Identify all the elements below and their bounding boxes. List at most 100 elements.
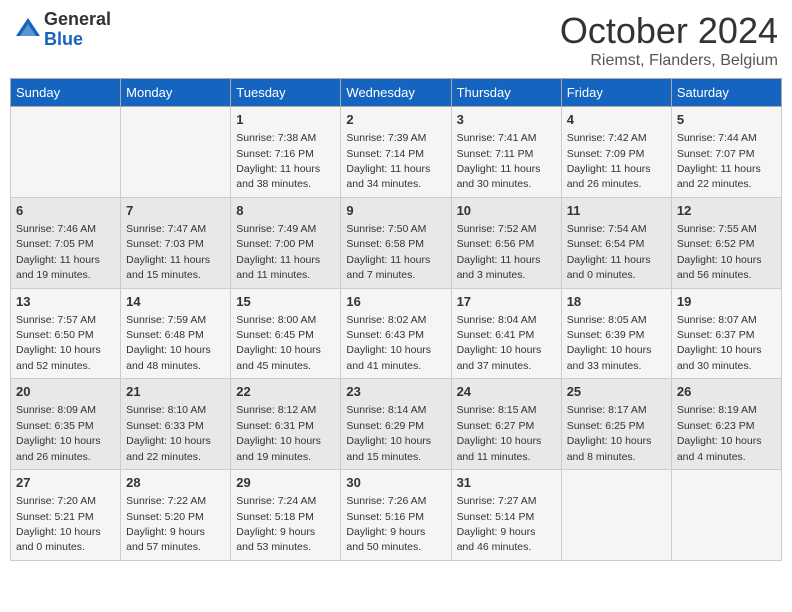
day-info: Sunrise: 7:46 AMSunset: 7:05 PMDaylight:… — [16, 223, 100, 281]
day-of-week-header: Wednesday — [341, 79, 451, 107]
calendar-cell: 7Sunrise: 7:47 AMSunset: 7:03 PMDaylight… — [121, 197, 231, 288]
calendar-week-row: 27Sunrise: 7:20 AMSunset: 5:21 PMDayligh… — [11, 470, 782, 561]
day-number: 3 — [457, 111, 556, 129]
calendar-cell: 13 Sunrise: 7:57 AMSunset: 6:50 PMDayligh… — [11, 288, 121, 379]
calendar-cell: 17 Sunrise: 8:04 AMSunset: 6:41 PMDayligh… — [451, 288, 561, 379]
day-number: 13 — [16, 293, 115, 311]
day-info: Sunrise: 7:26 AMSunset: 5:16 PMDaylight:… — [346, 495, 426, 553]
calendar-cell: 6 Sunrise: 7:46 AMSunset: 7:05 PMDaylight… — [11, 197, 121, 288]
day-info: Sunrise: 7:41 AMSunset: 7:11 PMDaylight:… — [457, 132, 541, 190]
page-header: General Blue October 2024 Riemst, Flande… — [10, 10, 782, 70]
calendar-cell: 8Sunrise: 7:49 AMSunset: 7:00 PMDaylight… — [231, 197, 341, 288]
day-number: 1 — [236, 111, 335, 129]
day-info: Sunrise: 8:09 AMSunset: 6:35 PMDaylight:… — [16, 404, 101, 462]
day-number: 6 — [16, 202, 115, 220]
day-info: Sunrise: 7:44 AMSunset: 7:07 PMDaylight:… — [677, 132, 761, 190]
calendar-cell: 9 Sunrise: 7:50 AMSunset: 6:58 PMDaylight… — [341, 197, 451, 288]
calendar-week-row: 1 Sunrise: 7:38 AMSunset: 7:16 PMDaylight… — [11, 107, 782, 198]
day-number: 15 — [236, 293, 335, 311]
day-info: Sunrise: 8:19 AMSunset: 6:23 PMDaylight:… — [677, 404, 762, 462]
day-of-week-header: Tuesday — [231, 79, 341, 107]
day-of-week-header: Sunday — [11, 79, 121, 107]
title-block: October 2024 Riemst, Flanders, Belgium — [560, 10, 778, 70]
day-number: 19 — [677, 293, 776, 311]
calendar-table: SundayMondayTuesdayWednesdayThursdayFrid… — [10, 78, 782, 561]
day-info: Sunrise: 7:38 AMSunset: 7:16 PMDaylight:… — [236, 132, 320, 190]
calendar-cell: 28 Sunrise: 7:22 AMSunset: 5:20 PMDayligh… — [121, 470, 231, 561]
day-info: Sunrise: 8:04 AMSunset: 6:41 PMDaylight:… — [457, 314, 542, 372]
calendar-title: October 2024 — [560, 10, 778, 52]
day-number: 18 — [567, 293, 666, 311]
calendar-cell: 21 Sunrise: 8:10 AMSunset: 6:33 PMDayligh… — [121, 379, 231, 470]
calendar-cell: 16Sunrise: 8:02 AMSunset: 6:43 PMDayligh… — [341, 288, 451, 379]
day-of-week-header: Saturday — [671, 79, 781, 107]
day-number: 14 — [126, 293, 225, 311]
calendar-cell — [561, 470, 671, 561]
day-info: Sunrise: 8:17 AMSunset: 6:25 PMDaylight:… — [567, 404, 652, 462]
day-number: 12 — [677, 202, 776, 220]
days-header-row: SundayMondayTuesdayWednesdayThursdayFrid… — [11, 79, 782, 107]
logo-text: General Blue — [44, 10, 111, 50]
day-info: Sunrise: 8:05 AMSunset: 6:39 PMDaylight:… — [567, 314, 652, 372]
day-info: Sunrise: 8:14 AMSunset: 6:29 PMDaylight:… — [346, 404, 431, 462]
day-info: Sunrise: 7:57 AMSunset: 6:50 PMDaylight:… — [16, 314, 101, 372]
day-info: Sunrise: 8:10 AMSunset: 6:33 PMDaylight:… — [126, 404, 211, 462]
day-number: 28 — [126, 474, 225, 492]
day-number: 21 — [126, 383, 225, 401]
calendar-cell — [121, 107, 231, 198]
calendar-cell: 10 Sunrise: 7:52 AMSunset: 6:56 PMDayligh… — [451, 197, 561, 288]
day-number: 23 — [346, 383, 445, 401]
day-number: 25 — [567, 383, 666, 401]
day-number: 17 — [457, 293, 556, 311]
calendar-cell: 31 Sunrise: 7:27 AMSunset: 5:14 PMDayligh… — [451, 470, 561, 561]
day-info: Sunrise: 7:59 AMSunset: 6:48 PMDaylight:… — [126, 314, 211, 372]
day-number: 16 — [346, 293, 445, 311]
calendar-cell: 5 Sunrise: 7:44 AMSunset: 7:07 PMDaylight… — [671, 107, 781, 198]
calendar-cell: 1 Sunrise: 7:38 AMSunset: 7:16 PMDaylight… — [231, 107, 341, 198]
day-info: Sunrise: 7:42 AMSunset: 7:09 PMDaylight:… — [567, 132, 651, 190]
day-of-week-header: Monday — [121, 79, 231, 107]
day-number: 27 — [16, 474, 115, 492]
day-info: Sunrise: 7:50 AMSunset: 6:58 PMDaylight:… — [346, 223, 430, 281]
calendar-cell: 27Sunrise: 7:20 AMSunset: 5:21 PMDayligh… — [11, 470, 121, 561]
day-number: 10 — [457, 202, 556, 220]
day-info: Sunrise: 7:27 AMSunset: 5:14 PMDaylight:… — [457, 495, 537, 553]
day-number: 24 — [457, 383, 556, 401]
calendar-cell: 20 Sunrise: 8:09 AMSunset: 6:35 PMDayligh… — [11, 379, 121, 470]
calendar-cell: 30 Sunrise: 7:26 AMSunset: 5:16 PMDayligh… — [341, 470, 451, 561]
logo: General Blue — [14, 10, 111, 50]
calendar-cell — [671, 470, 781, 561]
day-number: 31 — [457, 474, 556, 492]
calendar-cell: 22 Sunrise: 8:12 AMSunset: 6:31 PMDayligh… — [231, 379, 341, 470]
day-info: Sunrise: 8:15 AMSunset: 6:27 PMDaylight:… — [457, 404, 542, 462]
day-of-week-header: Thursday — [451, 79, 561, 107]
day-number: 22 — [236, 383, 335, 401]
day-info: Sunrise: 7:39 AMSunset: 7:14 PMDaylight:… — [346, 132, 430, 190]
calendar-cell: 18 Sunrise: 8:05 AMSunset: 6:39 PMDayligh… — [561, 288, 671, 379]
calendar-week-row: 20 Sunrise: 8:09 AMSunset: 6:35 PMDayligh… — [11, 379, 782, 470]
calendar-cell: 4 Sunrise: 7:42 AMSunset: 7:09 PMDaylight… — [561, 107, 671, 198]
calendar-cell: 12Sunrise: 7:55 AMSunset: 6:52 PMDayligh… — [671, 197, 781, 288]
day-info: Sunrise: 7:22 AMSunset: 5:20 PMDaylight:… — [126, 495, 206, 553]
calendar-cell: 25 Sunrise: 8:17 AMSunset: 6:25 PMDayligh… — [561, 379, 671, 470]
calendar-cell: 2Sunrise: 7:39 AMSunset: 7:14 PMDaylight… — [341, 107, 451, 198]
day-number: 5 — [677, 111, 776, 129]
day-number: 4 — [567, 111, 666, 129]
calendar-cell: 14 Sunrise: 7:59 AMSunset: 6:48 PMDayligh… — [121, 288, 231, 379]
calendar-cell: 3 Sunrise: 7:41 AMSunset: 7:11 PMDaylight… — [451, 107, 561, 198]
day-number: 11 — [567, 202, 666, 220]
calendar-location: Riemst, Flanders, Belgium — [560, 52, 778, 70]
day-number: 7 — [126, 202, 225, 220]
day-info: Sunrise: 7:54 AMSunset: 6:54 PMDaylight:… — [567, 223, 651, 281]
day-number: 29 — [236, 474, 335, 492]
logo-icon — [14, 16, 42, 44]
day-of-week-header: Friday — [561, 79, 671, 107]
day-info: Sunrise: 7:52 AMSunset: 6:56 PMDaylight:… — [457, 223, 541, 281]
day-number: 26 — [677, 383, 776, 401]
day-number: 20 — [16, 383, 115, 401]
logo-general-text: General — [44, 10, 111, 30]
day-number: 9 — [346, 202, 445, 220]
day-info: Sunrise: 8:12 AMSunset: 6:31 PMDaylight:… — [236, 404, 321, 462]
day-number: 8 — [236, 202, 335, 220]
day-number: 30 — [346, 474, 445, 492]
